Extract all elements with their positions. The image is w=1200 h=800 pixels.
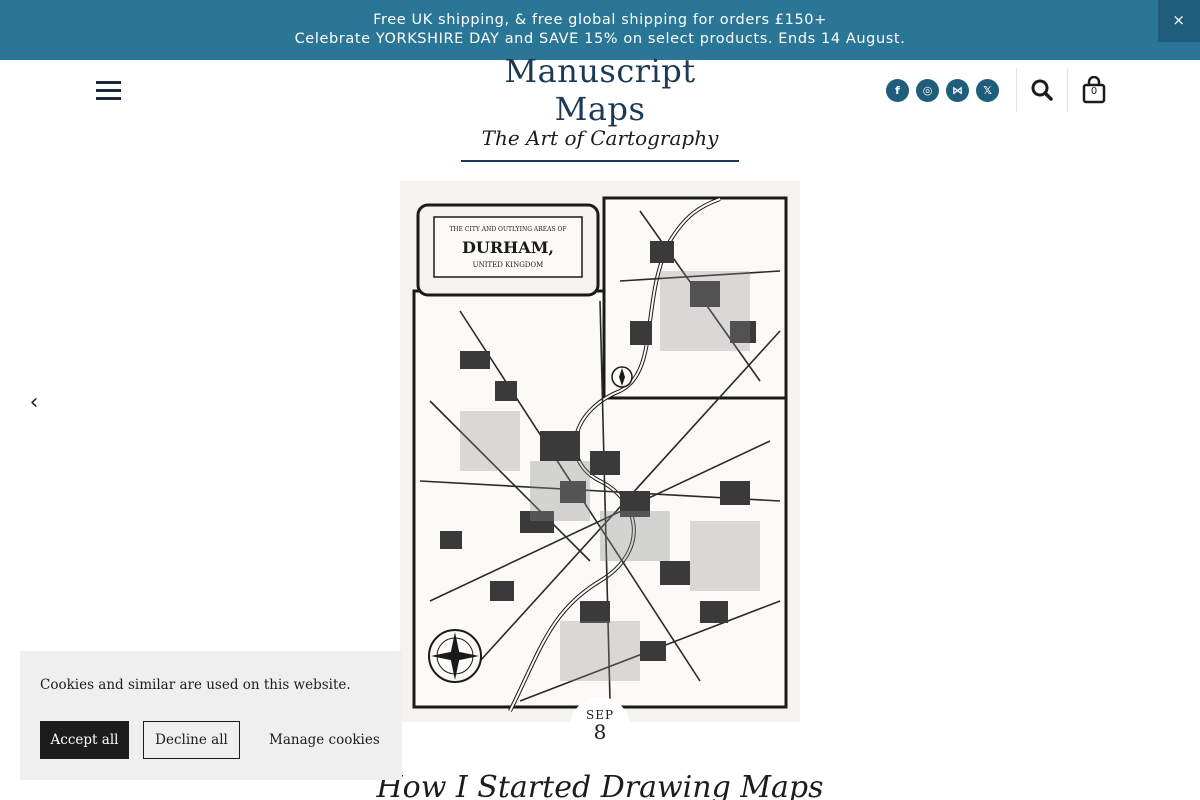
site-logo[interactable]: Manuscript Maps The Art of Cartography — [461, 52, 739, 162]
announcement-close-button[interactable]: × — [1158, 0, 1200, 42]
hamburger-menu-icon[interactable] — [96, 81, 121, 100]
bluesky-icon[interactable]: ⋈ — [946, 79, 969, 102]
facebook-icon[interactable]: f — [886, 79, 909, 102]
map-cartouche-subtitle: UNITED KINGDOM — [473, 261, 544, 269]
header-divider — [1067, 68, 1068, 112]
map-cartouche-title: DURHAM, — [462, 238, 554, 257]
shopping-bag-icon[interactable]: 0 — [1082, 75, 1106, 104]
manage-cookies-link[interactable]: Manage cookies — [269, 721, 380, 759]
x-twitter-icon[interactable]: 𝕏 — [976, 79, 999, 102]
header-divider — [1016, 68, 1017, 112]
featured-map-image[interactable]: THE CITY AND OUTLYING AREAS OF DURHAM, U… — [400, 181, 800, 722]
announcement-shipping-text: Free UK shipping, & free global shipping… — [373, 12, 827, 28]
compass-rose — [428, 629, 482, 683]
cart-count: 0 — [1090, 86, 1098, 97]
search-icon[interactable] — [1030, 78, 1054, 102]
cookie-banner: Cookies and similar are used on this web… — [20, 651, 402, 780]
logo-title: Manuscript Maps — [504, 52, 696, 128]
instagram-icon[interactable]: ◎ — [916, 79, 939, 102]
cookie-message: Cookies and similar are used on this web… — [40, 677, 351, 693]
accept-all-cookies-button[interactable]: Accept all — [40, 721, 129, 759]
logo-tagline: The Art of Cartography — [481, 126, 719, 150]
previous-slide-arrow[interactable]: ‹ — [24, 390, 44, 420]
decline-all-cookies-button[interactable]: Decline all — [143, 721, 240, 759]
map-cartouche-top-text: THE CITY AND OUTLYING AREAS OF — [449, 226, 566, 233]
logo-underline — [461, 160, 739, 162]
post-date-day: 8 — [593, 720, 607, 744]
post-date-month: SEP — [585, 708, 615, 722]
announcement-promo-text: Celebrate YORKSHIRE DAY and SAVE 15% on … — [294, 31, 906, 47]
announcement-bar: Free UK shipping, & free global shipping… — [0, 0, 1200, 60]
post-date-badge: SEP 8 — [570, 697, 630, 757]
social-links: f ◎ ⋈ 𝕏 — [886, 79, 999, 102]
